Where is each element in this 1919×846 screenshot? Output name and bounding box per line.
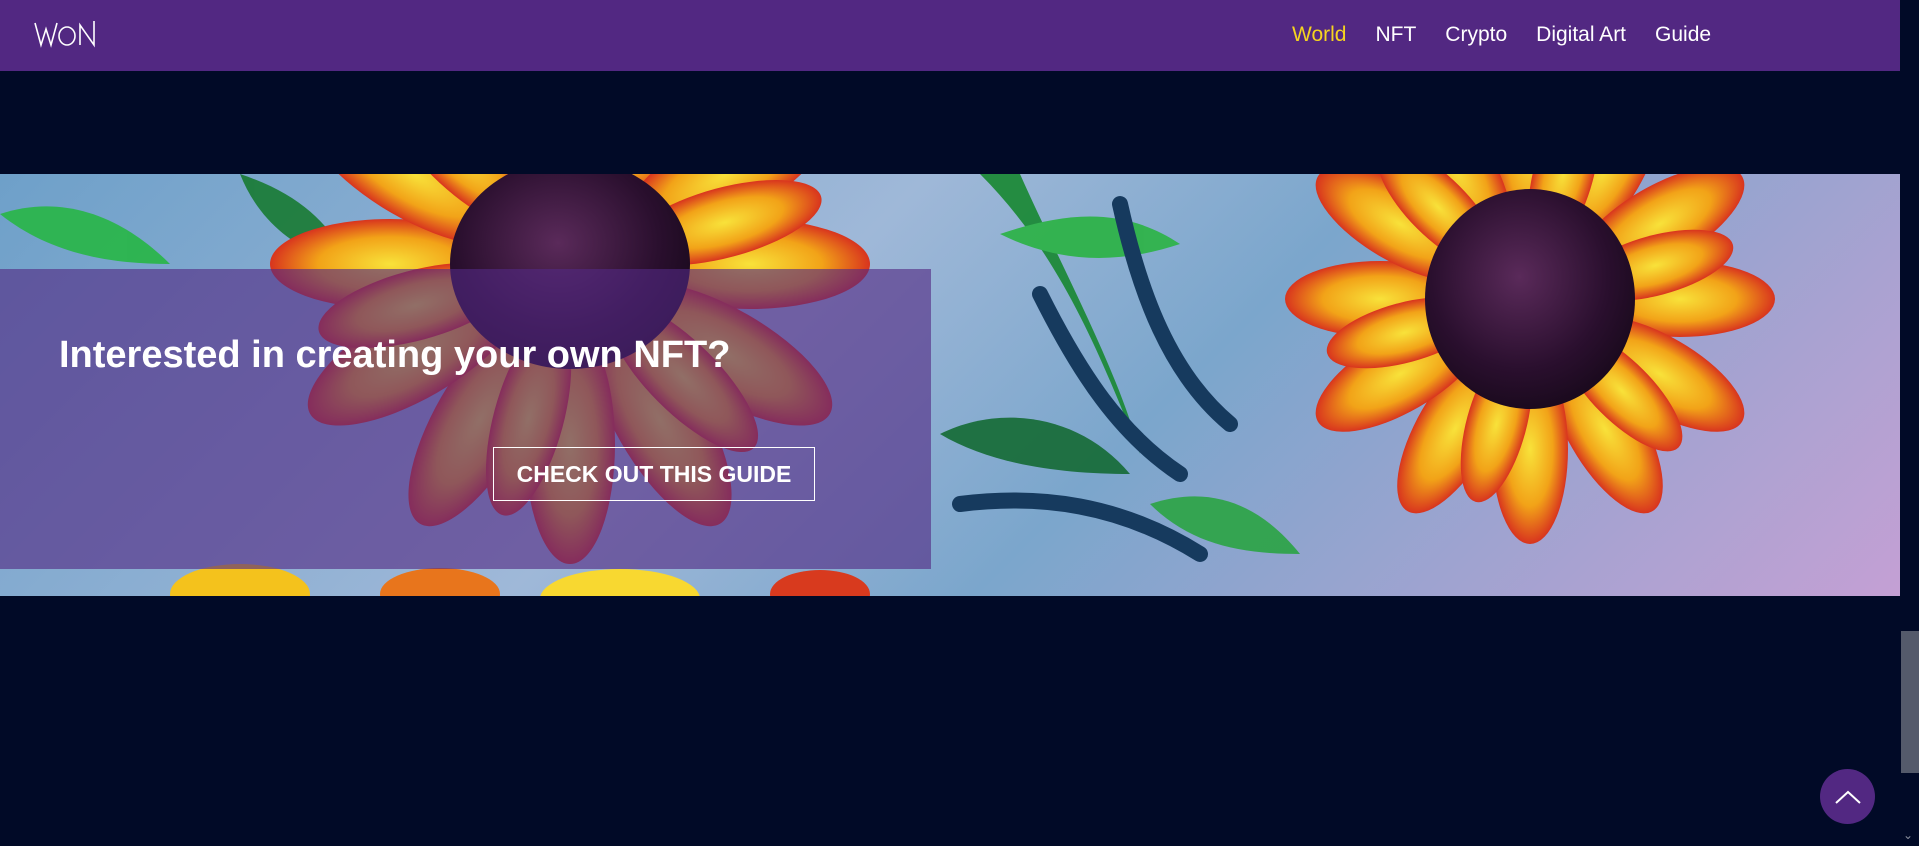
chevron-up-icon [1834, 790, 1861, 804]
scroll-down-arrow-icon[interactable]: ⌄ [1903, 828, 1913, 842]
banner-title: Interested in creating your own NFT? [59, 334, 731, 376]
main-nav: World NFT Crypto Digital Art Guide [1292, 22, 1740, 48]
back-to-top-button[interactable] [1820, 769, 1875, 824]
nav-item-nft[interactable]: NFT [1375, 22, 1416, 48]
scrollbar-thumb[interactable] [1901, 631, 1919, 773]
nav-item-guide[interactable]: Guide [1655, 22, 1711, 48]
check-out-guide-button[interactable]: CHECK OUT THIS GUIDE [493, 447, 815, 501]
nav-item-crypto[interactable]: Crypto [1445, 22, 1507, 48]
nav-item-world[interactable]: World [1292, 22, 1346, 48]
banner-overlay: Interested in creating your own NFT? CHE… [0, 269, 931, 569]
site-logo[interactable] [34, 20, 100, 48]
logo-mark [34, 21, 95, 48]
nav-item-digital-art[interactable]: Digital Art [1536, 22, 1626, 48]
site-header: World NFT Crypto Digital Art Guide [0, 0, 1900, 71]
cta-banner: Interested in creating your own NFT? CHE… [0, 174, 1900, 596]
